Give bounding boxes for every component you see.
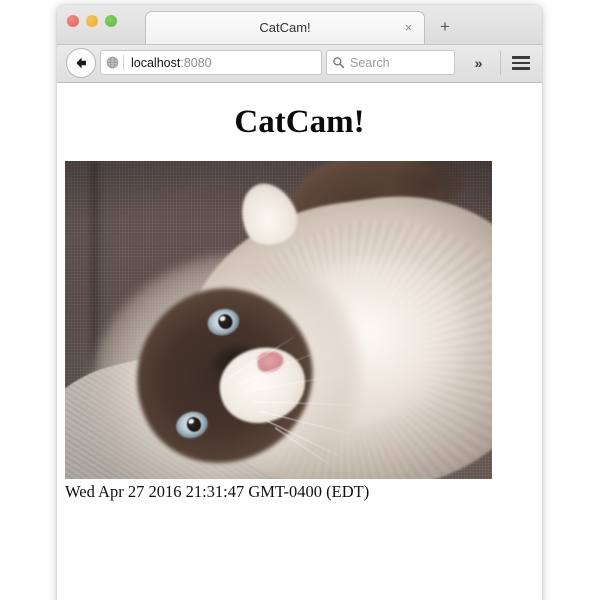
search-bar[interactable]: Search — [326, 50, 455, 75]
menu-bar-3 — [512, 67, 530, 70]
cat-photo-scene — [65, 161, 492, 479]
search-input[interactable]: Search — [350, 56, 390, 70]
screenshot-root: CatCam! × + localhost:8080 Search » CatC… — [0, 0, 600, 600]
title-bar: CatCam! × + — [57, 5, 542, 45]
url-text: localhost:8080 — [124, 56, 321, 70]
page-content: CatCam! Wed Apr 27 2016 21:31:47 GMT-040… — [57, 83, 542, 600]
menu-bar-2 — [512, 61, 530, 65]
toolbar-overflow-button[interactable]: » — [466, 51, 490, 75]
browser-tab[interactable]: CatCam! × — [145, 11, 425, 44]
window-controls — [67, 15, 117, 27]
url-domain: localhost — [131, 55, 181, 70]
hamburger-menu-icon[interactable] — [509, 52, 533, 74]
browser-window: CatCam! × + localhost:8080 Search » CatC… — [57, 5, 542, 600]
minimize-window-button[interactable] — [86, 15, 98, 27]
toolbar-divider — [500, 51, 501, 75]
cat-whisker-2 — [252, 401, 357, 407]
new-tab-icon[interactable]: + — [436, 18, 454, 36]
timestamp-text: Wed Apr 27 2016 21:31:47 GMT-0400 (EDT) — [65, 482, 370, 501]
tab-title: CatCam! — [259, 20, 311, 35]
menu-bar-1 — [512, 56, 530, 59]
search-icon — [327, 51, 350, 74]
back-arrow-icon — [73, 55, 89, 71]
back-button[interactable] — [66, 48, 96, 78]
cat-photo — [65, 161, 492, 479]
close-tab-icon[interactable]: × — [401, 20, 416, 35]
globe-icon[interactable] — [101, 51, 123, 74]
url-path: :8080 — [180, 55, 212, 70]
navigation-toolbar: localhost:8080 Search » — [57, 45, 542, 83]
close-window-button[interactable] — [67, 15, 79, 27]
maximize-window-button[interactable] — [105, 15, 117, 27]
url-bar[interactable]: localhost:8080 — [100, 50, 322, 75]
page-title: CatCam! — [234, 104, 365, 140]
cat-whisker-6 — [229, 336, 295, 378]
cat-whisker-1 — [244, 374, 340, 393]
